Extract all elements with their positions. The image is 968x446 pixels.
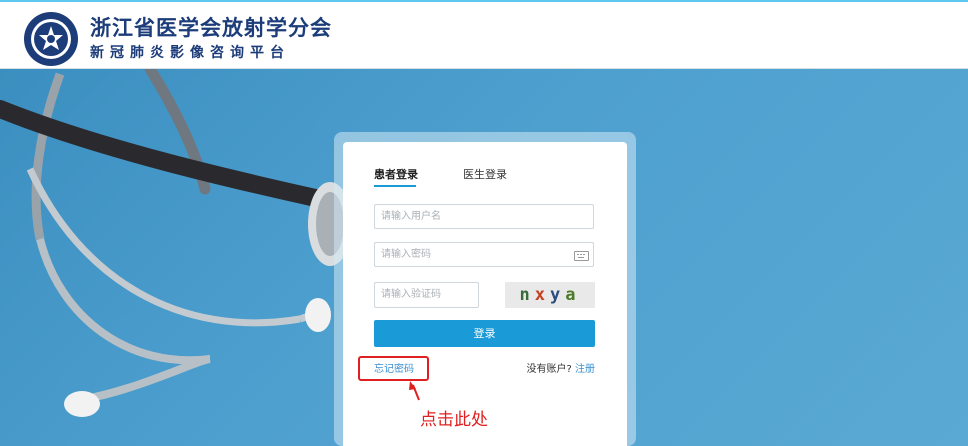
no-account-prompt: 没有账户? 注册: [527, 360, 596, 375]
keyboard-icon[interactable]: [574, 251, 589, 261]
login-card: 患者登录 医生登录 请输入用户名 请输入密码 请输入验证码 nxya 登录 忘记…: [343, 142, 627, 446]
login-button[interactable]: 登录: [374, 320, 595, 347]
password-placeholder: 请输入密码: [381, 249, 431, 260]
captcha-image[interactable]: nxya: [505, 282, 595, 308]
forgot-password-highlight: [358, 356, 429, 381]
captcha-char: n: [519, 285, 535, 305]
site-header: 浙江省医学会放射学分会 新冠肺炎影像咨询平台: [0, 2, 968, 69]
captcha-char: y: [550, 285, 566, 305]
tab-patient-login[interactable]: 患者登录: [374, 166, 418, 182]
captcha-char: x: [534, 285, 550, 305]
captcha-input[interactable]: 请输入验证码: [374, 282, 479, 308]
site-title: 浙江省医学会放射学分会: [90, 16, 332, 40]
captcha-char: a: [565, 285, 581, 305]
no-account-text: 没有账户?: [526, 364, 572, 375]
tab-doctor-login[interactable]: 医生登录: [463, 166, 507, 182]
society-logo-icon: [24, 12, 78, 66]
annotation-label: 点击此处: [420, 410, 488, 430]
active-tab-indicator: [374, 185, 416, 187]
site-subtitle: 新冠肺炎影像咨询平台: [90, 45, 290, 61]
username-input[interactable]: 请输入用户名: [374, 204, 594, 229]
password-input[interactable]: 请输入密码: [374, 242, 594, 267]
register-link[interactable]: 注册: [575, 364, 595, 375]
